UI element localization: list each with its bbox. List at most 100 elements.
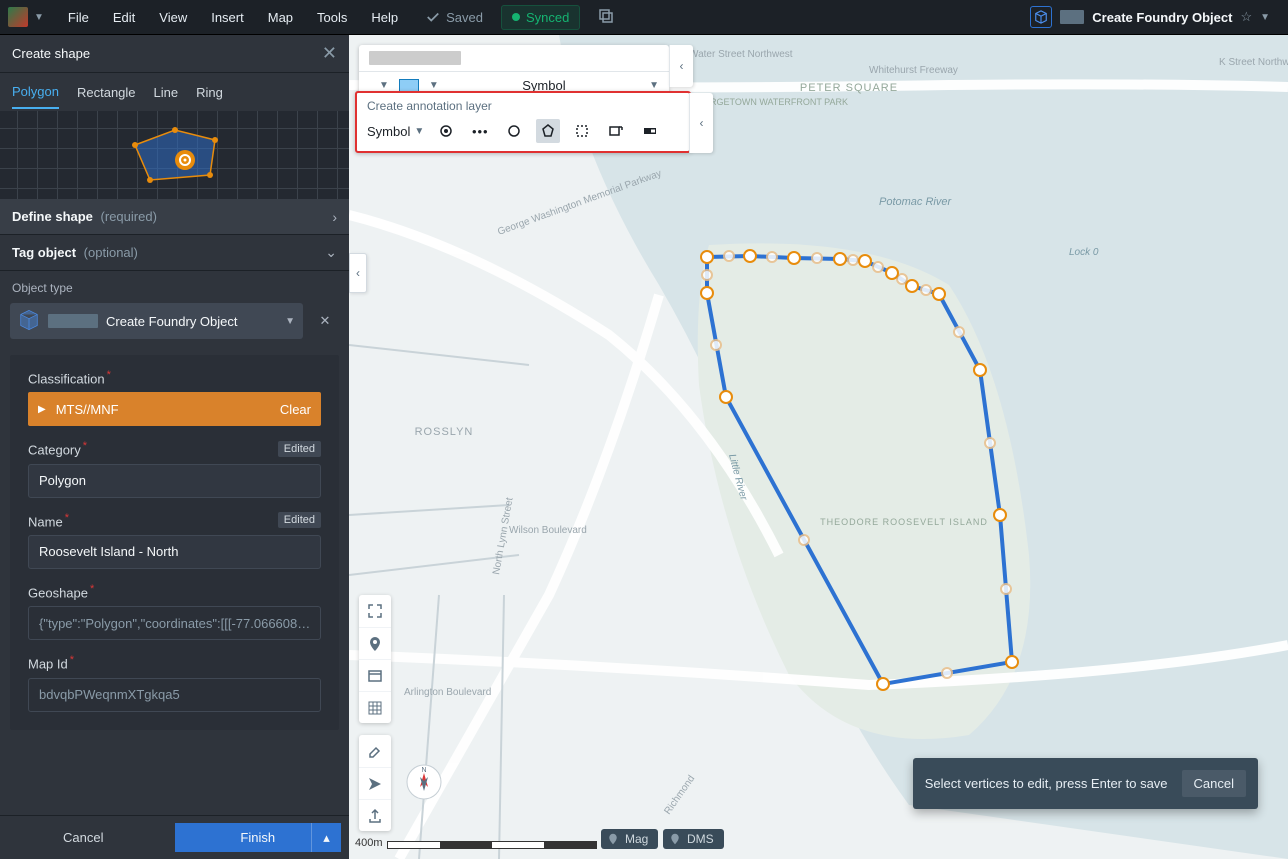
annotation-panel-title: Create annotation layer: [367, 99, 679, 113]
collapse-toolbar-button[interactable]: ‹: [669, 45, 693, 87]
rect-tool-icon[interactable]: [604, 119, 628, 143]
svg-text:Lock 0: Lock 0: [1069, 247, 1099, 258]
polygon-tool-icon[interactable]: [536, 119, 560, 143]
document-title-area: Create Foundry Object ☆ ▼: [1030, 6, 1270, 28]
document-title: Create Foundry Object: [1092, 10, 1232, 25]
panel-title: Create shape: [12, 46, 90, 61]
svg-text:ROSSLYN: ROSSLYN: [415, 426, 474, 438]
export-icon[interactable]: [359, 799, 391, 831]
object-type-label: Object type: [0, 271, 349, 299]
tab-line[interactable]: Line: [154, 77, 179, 108]
panel-header: Create shape ✕: [0, 35, 349, 73]
chevron-right-icon: ›: [332, 209, 337, 225]
svg-text:Wilson Boulevard: Wilson Boulevard: [509, 525, 587, 536]
chevron-down-icon[interactable]: ▼: [429, 80, 439, 91]
object-form: Classification* ▶ MTS//MNF Clear Categor…: [10, 355, 339, 730]
tab-rectangle[interactable]: Rectangle: [77, 77, 136, 108]
name-input[interactable]: [28, 535, 321, 569]
classification-value: MTS//MNF: [56, 402, 119, 417]
menu-view[interactable]: View: [149, 4, 197, 31]
menu-file[interactable]: File: [58, 4, 99, 31]
hint-text: Select vertices to edit, press Enter to …: [925, 776, 1168, 791]
menu-map[interactable]: Map: [258, 4, 303, 31]
coordinate-format-toggle[interactable]: DMS: [663, 829, 724, 849]
shape-type-tabs: Polygon Rectangle Line Ring: [0, 73, 349, 111]
grid-icon[interactable]: [359, 691, 391, 723]
expand-left-panel-button[interactable]: ‹: [349, 253, 367, 293]
eraser-icon[interactable]: [359, 735, 391, 767]
svg-text:THEODORE ROOSEVELT ISLAND: THEODORE ROOSEVELT ISLAND: [820, 517, 988, 527]
chevron-down-icon[interactable]: ▼: [649, 80, 659, 91]
circle-tool-icon[interactable]: [502, 119, 526, 143]
object-type-badge-icon: [1030, 6, 1052, 28]
sync-dot-icon: [512, 13, 520, 21]
classification-clear-button[interactable]: Clear: [280, 402, 311, 417]
map-tools-toolbar-2: [359, 735, 391, 831]
location-pin-icon: [607, 833, 619, 845]
location-pin-icon: [669, 833, 681, 845]
synced-indicator[interactable]: Synced: [501, 5, 580, 30]
menu-edit[interactable]: Edit: [103, 4, 145, 31]
basemap: PETER SQUARE GEORGETOWN WATERFRONT PARK …: [349, 35, 1288, 859]
tag-object-section[interactable]: Tag object (optional) ⌄: [0, 235, 349, 271]
tab-polygon[interactable]: Polygon: [12, 76, 59, 109]
svg-text:PETER SQUARE: PETER SQUARE: [800, 82, 898, 94]
menu-help[interactable]: Help: [361, 4, 408, 31]
redacted-block: [1060, 10, 1084, 24]
chevron-down-icon: ▼: [414, 126, 424, 137]
category-input[interactable]: [28, 464, 321, 498]
menubar: ▼ File Edit View Insert Map Tools Help S…: [0, 0, 1288, 35]
edit-hint-toast: Select vertices to edit, press Enter to …: [913, 758, 1258, 809]
point-tool-icon[interactable]: [434, 119, 458, 143]
svg-text:N: N: [421, 767, 426, 774]
collapse-annotation-button[interactable]: ‹: [689, 93, 713, 153]
check-icon: [426, 10, 440, 24]
layers-icon[interactable]: [359, 659, 391, 691]
object-type-select[interactable]: Create Foundry Object ▼: [10, 303, 303, 339]
svg-text:GEORGETOWN WATERFRONT PARK: GEORGETOWN WATERFRONT PARK: [690, 97, 848, 107]
fullscreen-icon[interactable]: [359, 595, 391, 627]
send-icon[interactable]: [359, 767, 391, 799]
create-shape-panel: Create shape ✕ Polygon Rectangle Line Ri…: [0, 35, 349, 859]
caret-right-icon: ▶: [38, 404, 46, 415]
finish-dropdown[interactable]: ▴: [311, 823, 341, 852]
hint-cancel-button[interactable]: Cancel: [1182, 770, 1246, 797]
finish-button[interactable]: Finish ▴: [175, 823, 342, 852]
more-icon[interactable]: •••: [468, 119, 492, 143]
object-type-value: Create Foundry Object: [106, 314, 238, 329]
panel-footer: Cancel Finish ▴: [0, 815, 349, 859]
scale-bar: 400m: [355, 837, 597, 849]
svg-text:Whitehurst Freeway: Whitehurst Freeway: [869, 65, 958, 76]
svg-text:Arlington Boulevard: Arlington Boulevard: [404, 687, 491, 698]
shape-preview: [0, 111, 349, 199]
location-pin-icon[interactable]: [359, 627, 391, 659]
geoshape-input: [28, 606, 321, 640]
chevron-down-icon[interactable]: ▼: [379, 80, 389, 91]
tab-ring[interactable]: Ring: [196, 77, 223, 108]
annotation-symbol-select[interactable]: Symbol ▼: [367, 124, 424, 139]
bbox-tool-icon[interactable]: [570, 119, 594, 143]
label-tool-icon[interactable]: [638, 119, 662, 143]
app-logo[interactable]: [8, 7, 28, 27]
menu-insert[interactable]: Insert: [201, 4, 254, 31]
doc-menu-dropdown[interactable]: ▼: [1260, 12, 1270, 23]
svg-text:K Street Northwest: K Street Northwest: [1219, 57, 1288, 68]
mapid-input: [28, 678, 321, 712]
remove-object-button[interactable]: ✕: [311, 307, 339, 335]
magnetic-north-toggle[interactable]: Mag: [601, 829, 658, 849]
favorite-star-icon[interactable]: ☆: [1240, 9, 1252, 25]
cancel-button[interactable]: Cancel: [0, 816, 167, 859]
classification-tag[interactable]: ▶ MTS//MNF Clear: [28, 392, 321, 426]
close-panel-button[interactable]: ✕: [322, 43, 337, 64]
copy-icon[interactable]: [598, 8, 614, 27]
define-shape-section[interactable]: Define shape (required) ›: [0, 199, 349, 235]
cube-icon: [18, 309, 40, 334]
redacted-block: [48, 314, 98, 328]
map-canvas[interactable]: PETER SQUARE GEORGETOWN WATERFRONT PARK …: [349, 35, 1288, 859]
menu-tools[interactable]: Tools: [307, 4, 357, 31]
chevron-down-icon: ⌄: [325, 244, 337, 261]
app-menu-dropdown[interactable]: ▼: [34, 12, 44, 23]
create-annotation-layer-panel: Create annotation layer Symbol ▼ ••• ‹: [355, 91, 691, 153]
map-tools-toolbar: [359, 595, 391, 723]
compass-icon[interactable]: N: [405, 763, 443, 801]
